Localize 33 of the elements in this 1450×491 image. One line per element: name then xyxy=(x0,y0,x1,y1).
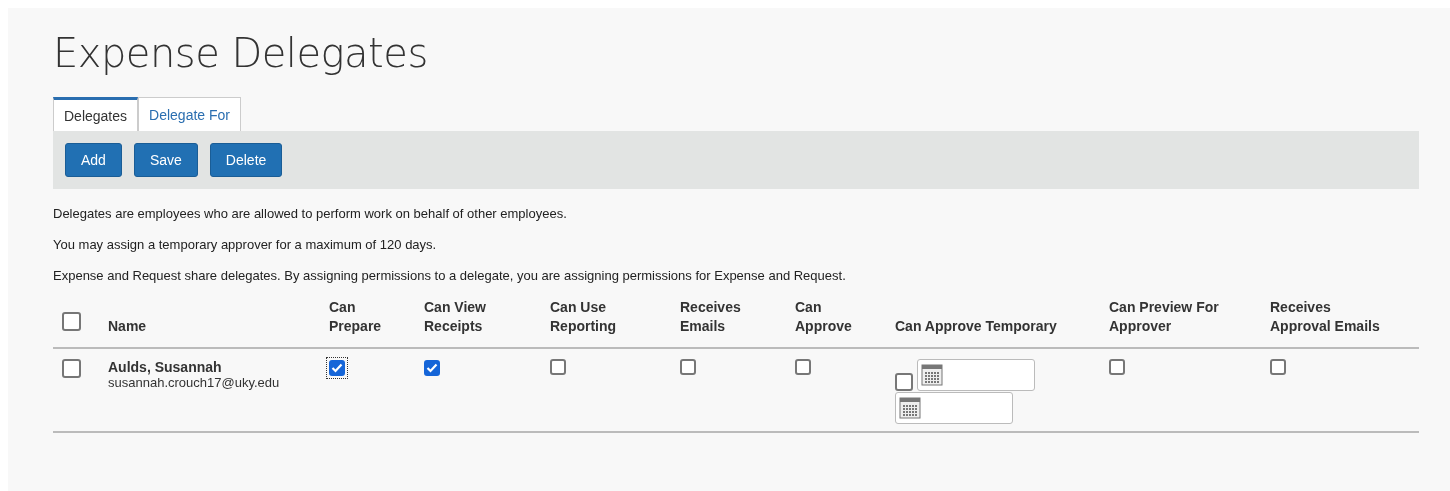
checkbox[interactable] xyxy=(62,359,81,378)
checkbox[interactable] xyxy=(1270,359,1286,375)
checkbox[interactable] xyxy=(1109,359,1125,375)
calendar-icon[interactable] xyxy=(921,364,943,386)
date-field[interactable] xyxy=(917,359,1035,391)
info-text: Delegates are employees who are allowed to perform work on behalf of other employees. xyxy=(53,206,568,221)
delegate-name: Aulds, Susannah xyxy=(108,359,223,375)
column-header: Can View Receipts xyxy=(424,299,486,334)
date-field[interactable] xyxy=(895,392,1013,424)
column-header: Can Prepare xyxy=(329,299,382,334)
page-title: Expense Delegates xyxy=(53,29,429,78)
calendar-icon[interactable] xyxy=(899,397,921,419)
column-header: Can Preview For Approver xyxy=(1109,299,1219,334)
info-text: You may assign a temporary approver for a maximum of 120 days. xyxy=(53,237,438,252)
column-header: Can Approve Temporary xyxy=(895,318,1057,334)
checkbox[interactable] xyxy=(550,359,566,375)
checkbox[interactable] xyxy=(895,373,913,391)
column-header: Receives Emails xyxy=(680,299,741,334)
checkbox[interactable] xyxy=(680,359,696,375)
column-header: Name xyxy=(108,318,147,334)
info-text: Expense and Request share delegates. By assigning permissions to a delegate, you are assigning permissions for Expense and Request. xyxy=(53,268,847,283)
toolbar-button[interactable]: Add xyxy=(65,143,122,177)
toolbar-button[interactable]: Delete xyxy=(209,143,283,177)
checkbox[interactable] xyxy=(795,359,811,375)
tab[interactable]: Delegates xyxy=(53,97,139,131)
checkbox[interactable] xyxy=(62,312,81,331)
column-header: Can Use Reporting xyxy=(550,299,617,334)
tab[interactable]: Delegate For xyxy=(138,97,241,131)
checkbox[interactable] xyxy=(424,360,440,376)
toolbar-button[interactable]: Save xyxy=(133,143,198,177)
column-header: Can Approve xyxy=(795,299,852,334)
column-header: Receives Approval Emails xyxy=(1270,299,1380,334)
delegate-email: susannah.crouch17@uky.edu xyxy=(108,375,281,391)
